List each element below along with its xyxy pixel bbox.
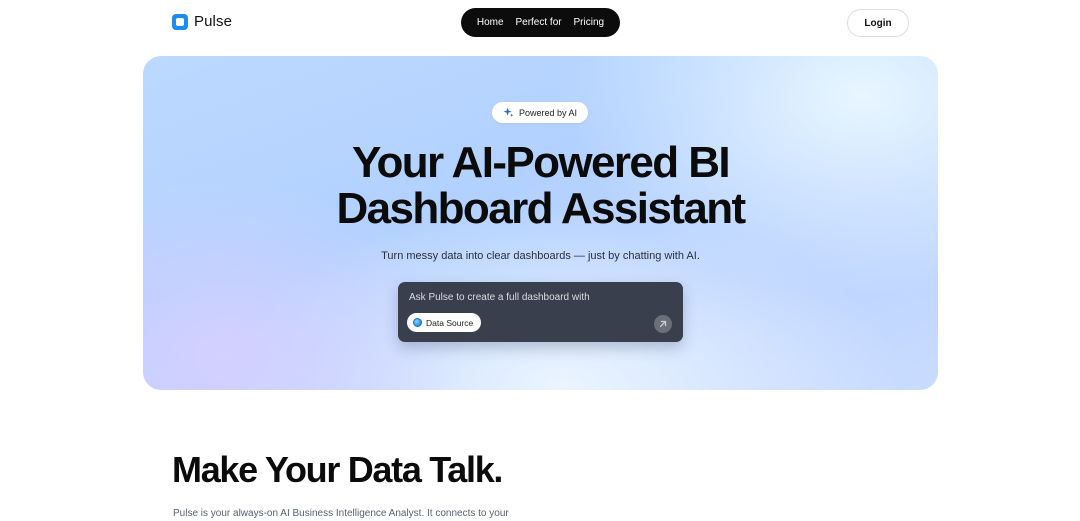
section-title: Make Your Data Talk.	[172, 449, 503, 490]
logo-text: Pulse	[194, 13, 233, 30]
site-header: Pulse Home Perfect for Pricing Login	[0, 0, 1080, 46]
nav-item-perfect-for[interactable]: Perfect for	[515, 17, 561, 28]
login-button[interactable]: Login	[847, 9, 909, 37]
powered-by-badge: Powered by AI	[492, 102, 588, 123]
hero-title-line1: Your AI-Powered BI	[351, 138, 731, 187]
send-button[interactable]	[654, 315, 672, 333]
prompt-box[interactable]: Ask Pulse to create a full dashboard wit…	[398, 282, 683, 342]
nav-item-pricing[interactable]: Pricing	[574, 17, 605, 28]
hero-section: Powered by AI Your AI-Powered BI Dashboa…	[143, 56, 938, 390]
nav-item-home[interactable]: Home	[477, 17, 504, 28]
hero-subtitle: Turn messy data into clear dashboards — …	[381, 250, 700, 262]
data-source-chip[interactable]: Data Source	[407, 313, 482, 332]
hero-title: Your AI-Powered BI Dashboard Assistant	[143, 140, 938, 232]
database-icon	[413, 318, 422, 327]
logo[interactable]: Pulse	[172, 13, 232, 30]
hero-title-line2: Dashboard Assistant	[336, 184, 746, 233]
data-source-label: Data Source	[426, 317, 474, 328]
main-nav: Home Perfect for Pricing	[461, 8, 620, 37]
pulse-logo-icon	[172, 13, 188, 30]
sparkle-icon	[503, 107, 514, 117]
prompt-input[interactable]: Ask Pulse to create a full dashboard wit…	[409, 292, 590, 303]
section-body: Pulse is your always-on AI Business Inte…	[173, 508, 509, 519]
arrow-up-right-icon	[659, 320, 667, 328]
badge-label: Powered by AI	[518, 107, 578, 118]
